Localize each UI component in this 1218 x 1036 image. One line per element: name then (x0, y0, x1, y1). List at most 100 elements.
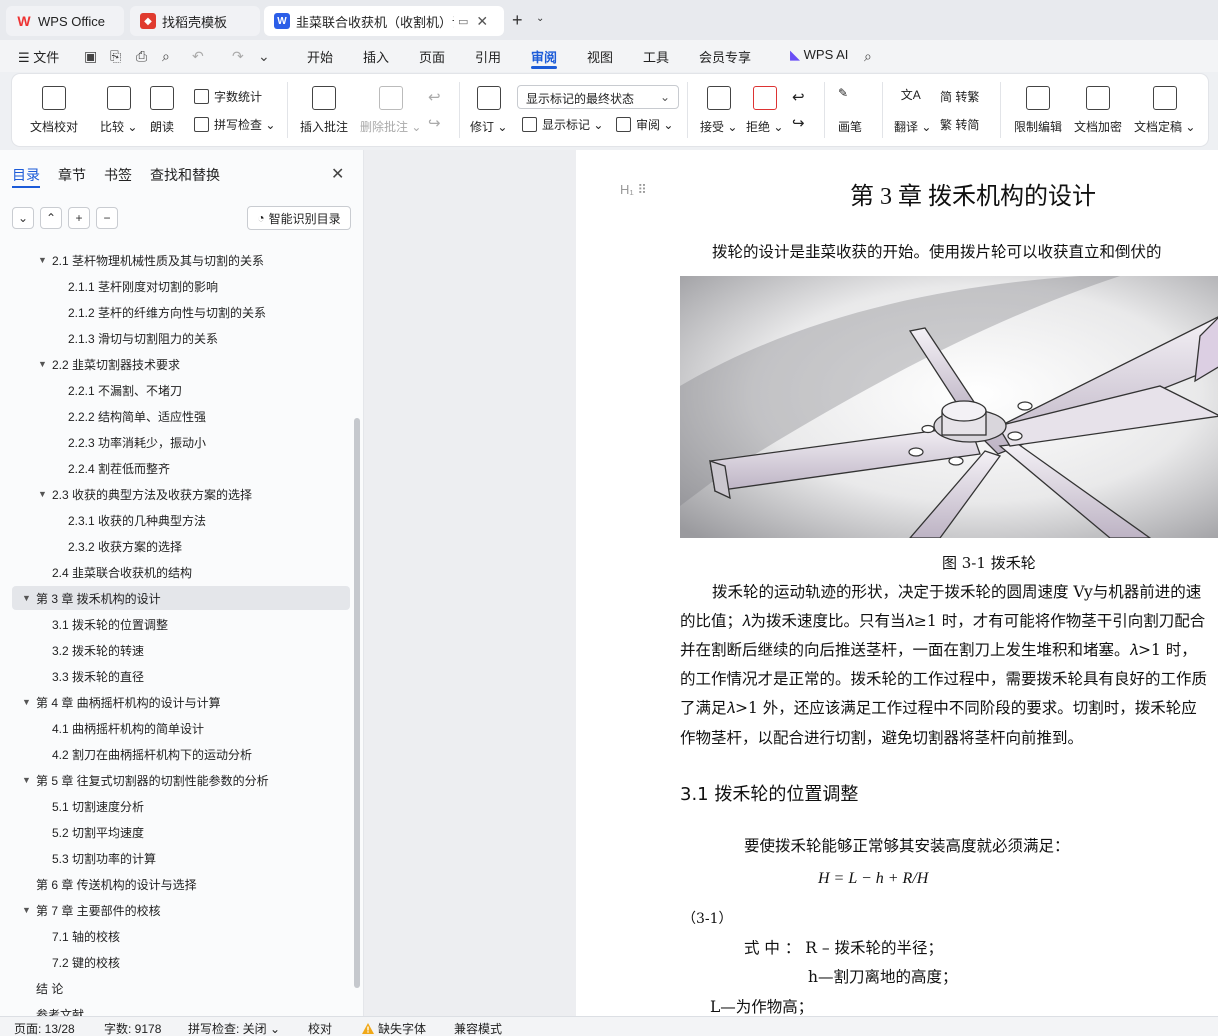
tab-wps-office[interactable]: W WPS Office (6, 6, 124, 36)
accept-button[interactable]: 接受 ⌄ (700, 86, 737, 135)
menu-references[interactable]: 引用 (475, 47, 501, 66)
compare-button[interactable]: 比较 ⌄ (100, 86, 137, 135)
toc-item[interactable]: ▼ 第 3 章 拨禾机构的设计 (12, 586, 350, 610)
tab-document[interactable]: W 韭菜联合收获机（收割机）设计 ▭ ✕ (264, 6, 504, 36)
menu-file[interactable]: ☰ 文件 (18, 47, 59, 66)
toc-item[interactable]: 2.2.1 不漏割、不堵刀 (54, 378, 182, 402)
toc-item[interactable]: 2.3.1 收获的几种典型方法 (54, 508, 206, 532)
toc-item[interactable]: 2.4 韭菜联合收获机的结构 (38, 560, 192, 584)
toc-item[interactable]: 5.2 切割平均速度 (38, 820, 144, 844)
toc-item[interactable]: ▼ 2.1 茎杆物理机械性质及其与切割的关系 (38, 248, 264, 272)
toc-item[interactable]: 2.1.1 茎杆刚度对切割的影响 (54, 274, 218, 298)
smart-toc-button[interactable]: ◔ 智能识别目录 (247, 206, 351, 230)
window-icon[interactable]: ▭ (458, 15, 468, 28)
search-icon[interactable]: ⌕ (864, 48, 872, 65)
redo-icon[interactable]: ↷ (232, 48, 244, 65)
tab-sections[interactable]: 章节 (58, 165, 86, 185)
read-aloud-button[interactable]: 朗读 (150, 86, 174, 135)
tab-docer-templates[interactable]: ◆ 找稻壳模板 (130, 6, 260, 36)
toc-item[interactable]: 2.1.3 滑切与切割阻力的关系 (54, 326, 218, 350)
toc-item[interactable]: 第 6 章 传送机构的设计与选择 (22, 872, 197, 896)
toc-item[interactable]: 7.2 键的校核 (38, 950, 120, 974)
chevron-down-icon[interactable]: ⌄ (536, 13, 544, 24)
pen-button[interactable]: ✎ 画笔 (838, 86, 862, 135)
toc-item[interactable]: 4.1 曲柄摇杆机构的简单设计 (38, 716, 204, 740)
next-comment-icon[interactable]: ↪ (428, 114, 441, 132)
print-icon[interactable]: ⎙ (136, 48, 147, 65)
collapse-up-button[interactable]: ⌃ (40, 207, 62, 229)
toc-item[interactable]: 4.2 割刀在曲柄摇杆机构下的运动分析 (38, 742, 252, 766)
toc-item[interactable]: 2.2.4 割茬低而整齐 (54, 456, 170, 480)
to-traditional-button[interactable]: 简 转繁 (940, 88, 979, 105)
expand-arrow-icon[interactable]: ▼ (38, 359, 52, 369)
prev-comment-icon[interactable]: ↩ (428, 88, 441, 106)
more-icon[interactable]: ⌄ (258, 48, 270, 65)
undo-icon[interactable]: ↶ (192, 48, 204, 65)
expand-arrow-icon[interactable]: ▼ (22, 775, 36, 785)
expand-arrow-icon[interactable]: ▼ (22, 905, 36, 915)
menu-tools[interactable]: 工具 (643, 47, 669, 66)
menu-home[interactable]: 开始 (307, 47, 333, 66)
toc-item[interactable]: 5.1 切割速度分析 (38, 794, 144, 818)
page-indicator[interactable]: 页面: 13/28 (14, 1020, 75, 1036)
toc-item[interactable]: 3.2 拨禾轮的转速 (38, 638, 144, 662)
toc-item[interactable]: ▼ 2.2 韭菜切割器技术要求 (38, 352, 180, 376)
wps-ai-button[interactable]: ◣ WPS AI (790, 47, 848, 63)
toc-item[interactable]: 3.1 拨禾轮的位置调整 (38, 612, 168, 636)
export-icon[interactable]: ⎘ (110, 48, 121, 65)
expand-arrow-icon[interactable]: ▼ (22, 593, 36, 603)
reject-button[interactable]: 拒绝 ⌄ (746, 86, 783, 135)
expand-arrow-icon[interactable]: ▼ (38, 489, 52, 499)
spell-check-button[interactable]: 拼写检查 ⌄ (194, 116, 275, 133)
toc-item[interactable]: 7.1 轴的校核 (38, 924, 120, 948)
missing-font-button[interactable]: 缺失字体 (362, 1020, 426, 1036)
toc-item[interactable]: 2.2.2 结构简单、适应性强 (54, 404, 206, 428)
menu-membership[interactable]: 会员专享 (699, 47, 751, 66)
menu-insert[interactable]: 插入 (363, 47, 389, 66)
toc-item[interactable]: 2.1.2 茎杆的纤维方向性与切割的关系 (54, 300, 266, 324)
encrypt-button[interactable]: 文档加密 (1074, 86, 1122, 135)
toc-item[interactable]: 2.2.3 功率消耗少，振动小 (54, 430, 206, 454)
delete-comment-button[interactable]: 删除批注 ⌄ (360, 86, 421, 135)
expand-arrow-icon[interactable]: ▼ (38, 255, 52, 265)
print-preview-icon[interactable]: ⌕ (162, 48, 170, 65)
restrict-edit-button[interactable]: 限制编辑 (1014, 86, 1062, 135)
tab-bookmarks[interactable]: 书签 (104, 165, 132, 185)
expand-arrow-icon[interactable]: ▼ (22, 697, 36, 707)
close-icon[interactable]: ✕ (331, 164, 344, 184)
to-simplified-button[interactable]: 繁 转简 (940, 116, 979, 133)
show-markup-button[interactable]: 显示标记 ⌄ (522, 116, 603, 133)
toc-scrollbar[interactable] (354, 418, 360, 988)
menu-page[interactable]: 页面 (419, 47, 445, 66)
document-page[interactable]: H₁ ⠿ 第 3 章 拨禾机构的设计 拨轮的设计是韭菜收获的开始。使用拨片轮可以… (576, 150, 1218, 1016)
translate-button[interactable]: 文A 翻译 ⌄ (894, 86, 931, 135)
close-tab-icon[interactable]: ✕ (476, 13, 488, 30)
add-heading-button[interactable]: + (68, 207, 90, 229)
finalize-button[interactable]: 文档定稿 ⌄ (1134, 86, 1195, 135)
save-icon[interactable]: ▣ (84, 48, 97, 65)
prev-change-icon[interactable]: ↩ (792, 88, 805, 106)
remove-heading-button[interactable]: − (96, 207, 118, 229)
review-pane-button[interactable]: 审阅 ⌄ (616, 116, 673, 133)
markup-state-select[interactable]: 显示标记的最终状态 ⌄ (517, 85, 679, 109)
toc-item[interactable]: 5.3 切割功率的计算 (38, 846, 156, 870)
new-tab-icon[interactable]: + (512, 10, 523, 31)
tab-toc[interactable]: 目录 (12, 165, 40, 185)
word-count-button[interactable]: 字数统计 (194, 88, 262, 105)
next-change-icon[interactable]: ↪ (792, 114, 805, 132)
revise-button[interactable]: 修订 ⌄ (470, 86, 507, 135)
menu-review[interactable]: 审阅 (531, 47, 557, 66)
insert-comment-button[interactable]: 插入批注 (300, 86, 348, 135)
word-count-indicator[interactable]: 字数: 9178 (104, 1020, 161, 1036)
toc-item[interactable]: 结 论 (22, 976, 63, 1000)
toc-item[interactable]: ▼ 2.3 收获的典型方法及收获方案的选择 (38, 482, 252, 506)
menu-view[interactable]: 视图 (587, 47, 613, 66)
toc-item[interactable]: ▼ 第 5 章 往复式切割器的切割性能参数的分析 (22, 768, 269, 792)
spell-check-status[interactable]: 拼写检查: 关闭 ⌄ (188, 1020, 280, 1036)
toc-item[interactable]: ▼ 第 4 章 曲柄摇杆机构的设计与计算 (22, 690, 221, 714)
proof-button[interactable]: 校对 (308, 1020, 332, 1036)
doc-check-button[interactable]: 文档校对 (30, 86, 78, 135)
heading-drag-icon[interactable]: H₁ ⠿ (620, 182, 647, 198)
toc-item[interactable]: 2.3.2 收获方案的选择 (54, 534, 182, 558)
toc-item[interactable]: 3.3 拨禾轮的直径 (38, 664, 144, 688)
